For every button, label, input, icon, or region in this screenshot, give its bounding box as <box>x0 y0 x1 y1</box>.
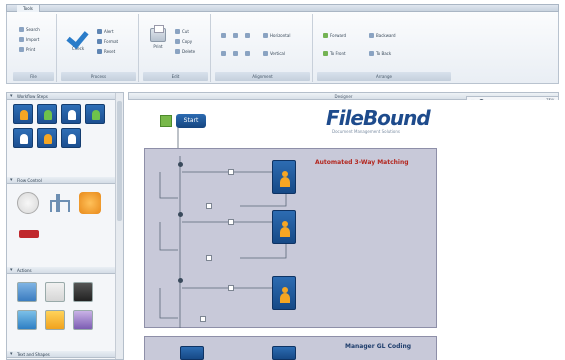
decision-node-3[interactable] <box>178 278 183 283</box>
user-icon <box>280 221 290 237</box>
connector-label-5[interactable] <box>228 285 234 291</box>
workflow-step-3[interactable] <box>272 276 296 310</box>
connector-label-6[interactable] <box>200 316 206 322</box>
connector-label-1[interactable] <box>228 169 234 175</box>
workflow-step-1[interactable] <box>272 160 296 194</box>
workflow-step-5[interactable] <box>272 346 296 360</box>
decision-node-1[interactable] <box>178 162 183 167</box>
workflow-step-2[interactable] <box>272 210 296 244</box>
user-icon <box>280 171 290 187</box>
connector-label-4[interactable] <box>206 255 212 261</box>
user-icon <box>280 287 290 303</box>
connector-label-3[interactable] <box>228 219 234 225</box>
decision-node-2[interactable] <box>178 212 183 217</box>
connector-label-2[interactable] <box>206 203 212 209</box>
workflow-step-4[interactable] <box>180 346 204 360</box>
